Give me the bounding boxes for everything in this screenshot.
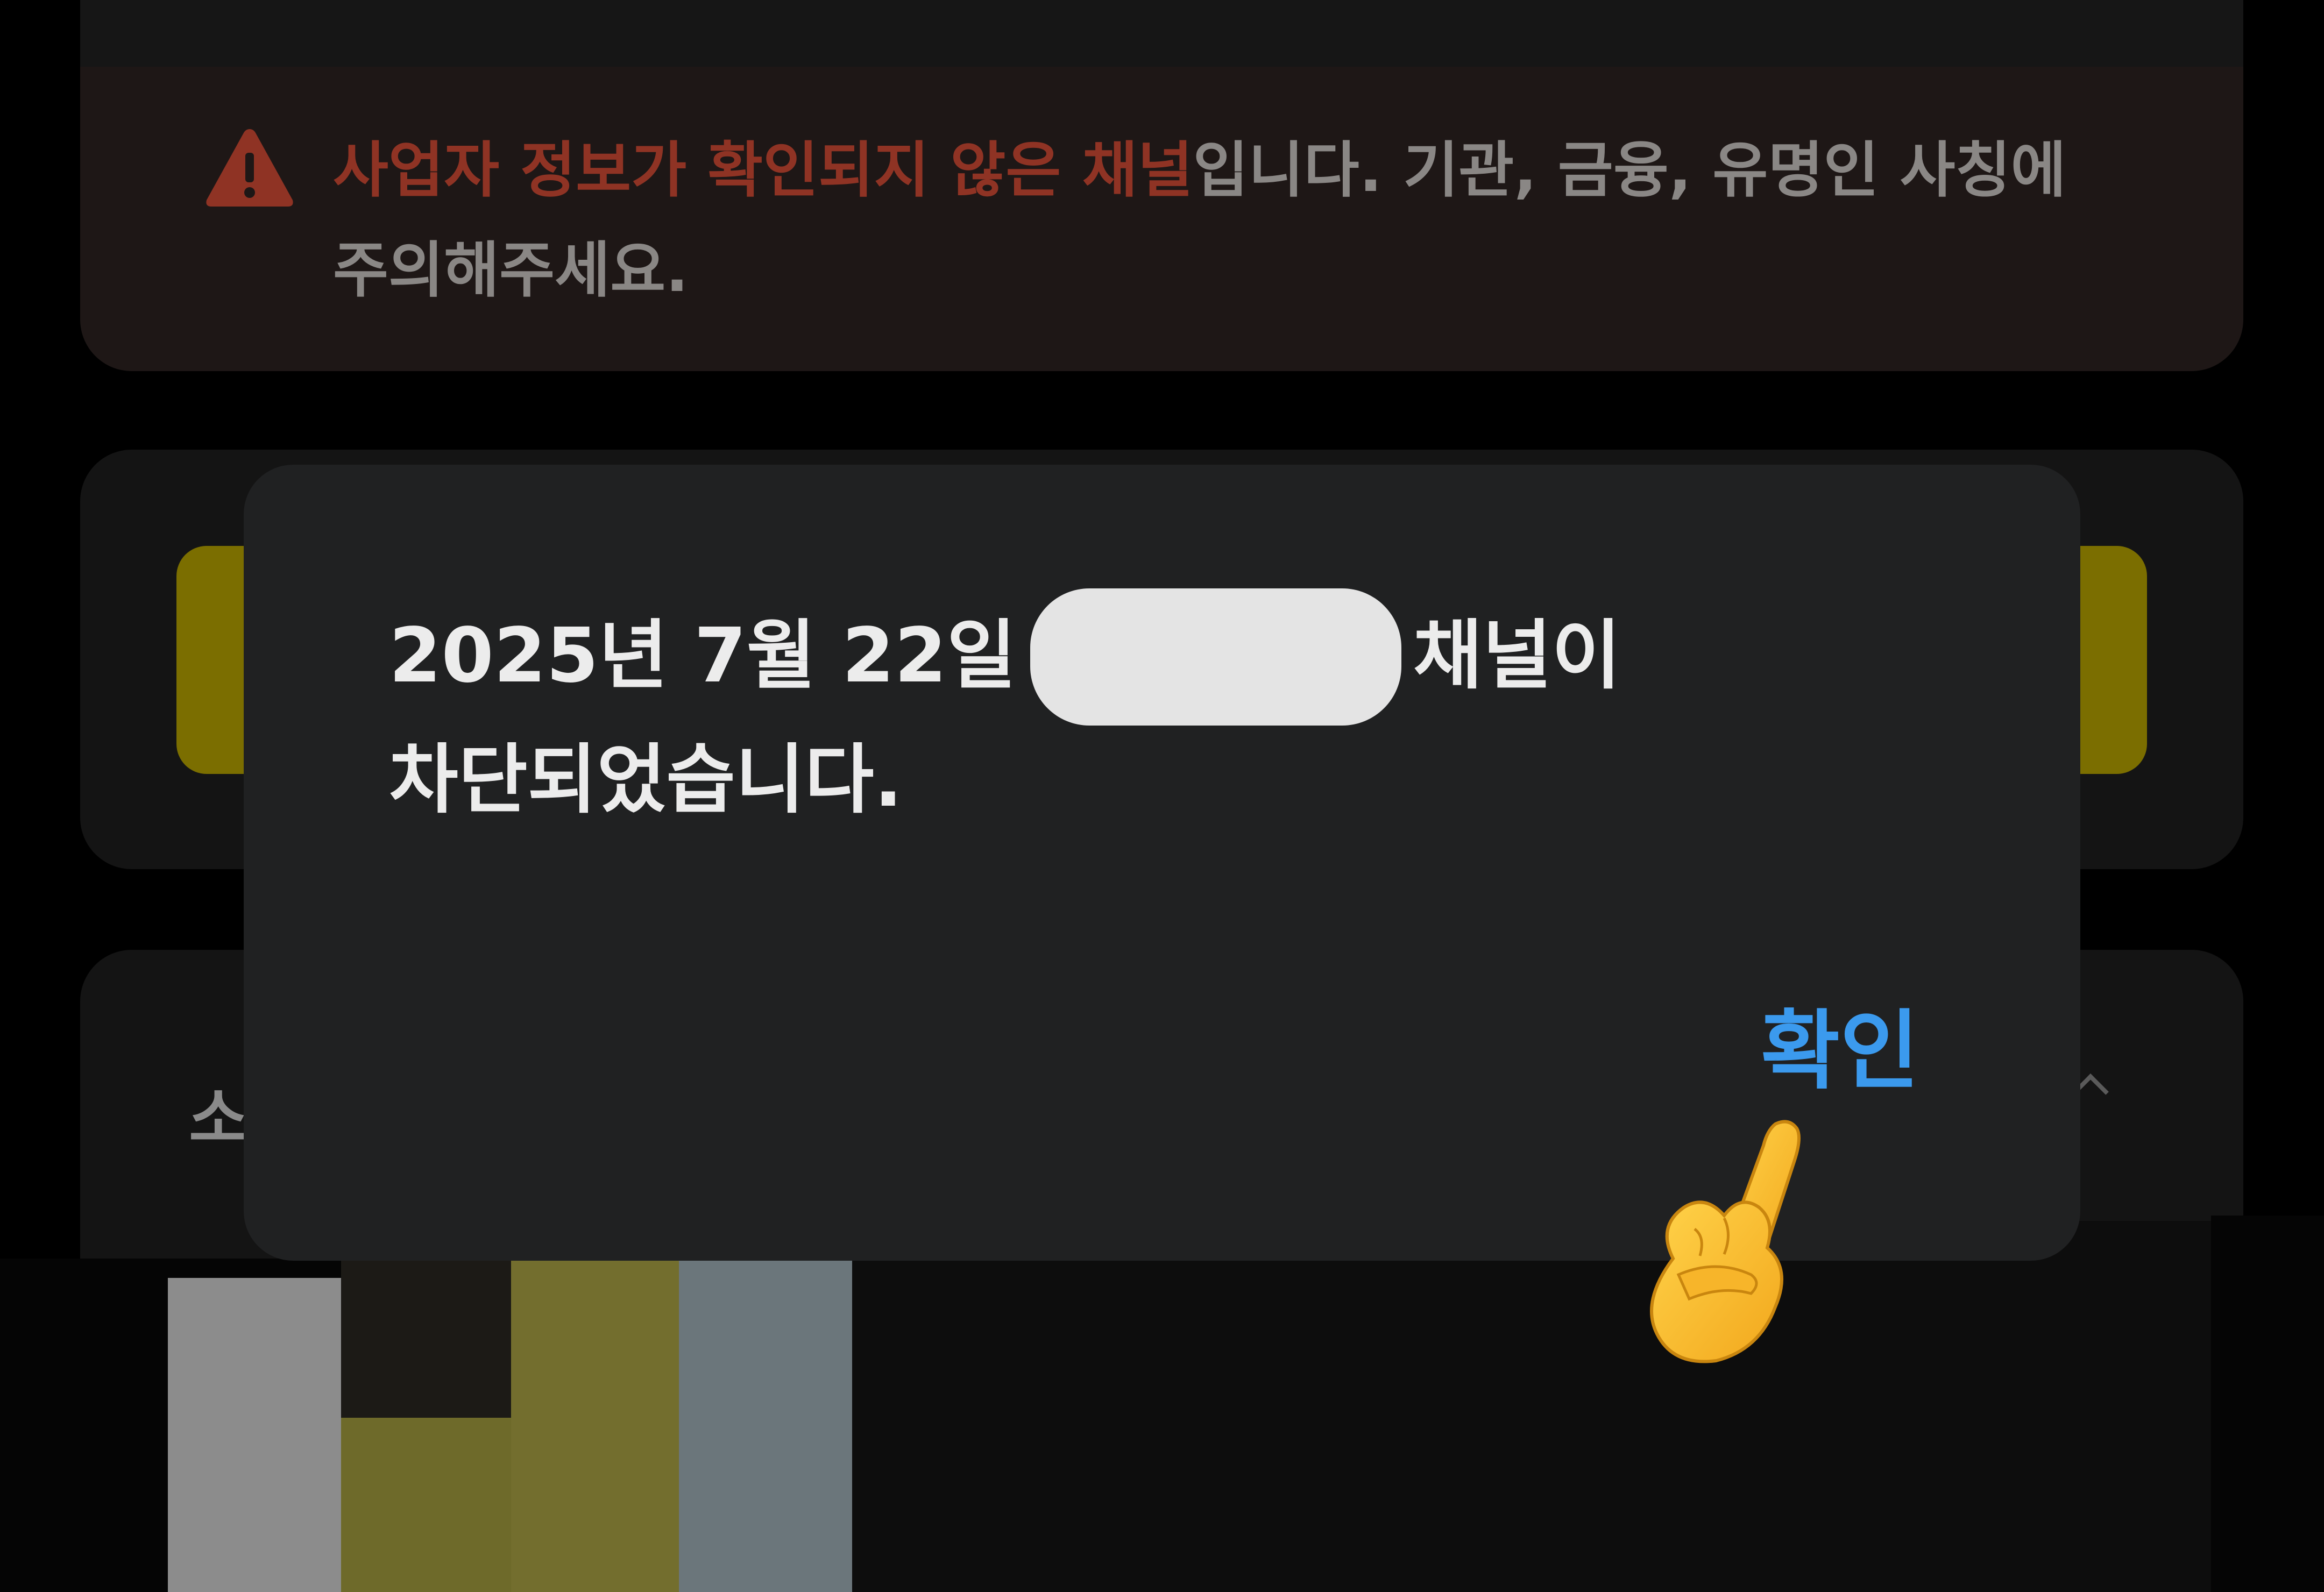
warning-triangle-icon [206,129,293,207]
thumbnail-block [341,1418,511,1592]
dialog-message-date: 2025년 7월 22일 [389,612,1016,700]
thumbnail-block [341,1256,511,1418]
blurred-thumbnail [168,1256,852,1592]
thumbnail-block [511,1256,679,1592]
background-lower-panel [850,1221,2216,1592]
dialog-message-channel-suffix: 채널이 [1413,612,1621,700]
thumbnail-block [679,1256,852,1592]
dialog-message: 2025년 7월 22일 채널이차단되었습니다. [389,588,1949,835]
app-screen: 사업자 정보가 확인되지 않은 채널입니다. 기관, 금융, 유명인 사칭에 주… [0,0,2324,1592]
section-title-fragment: 소 [189,1082,249,1156]
redacted-channel-name [1030,588,1401,726]
background-lower-right [2211,1216,2324,1592]
dialog-message-line2: 차단되었습니다. [389,736,903,824]
unverified-channel-warning-banner: 사업자 정보가 확인되지 않은 채널입니다. 기관, 금융, 유명인 사칭에 주… [80,67,2243,371]
thumbnail-block [168,1278,341,1592]
warning-highlight-text: 사업자 정보가 확인되지 않은 채널 [333,136,1193,205]
warning-message: 사업자 정보가 확인되지 않은 채널입니다. 기관, 금융, 유명인 사칭에 주… [333,120,2135,321]
top-card-edge [80,0,2243,67]
pointing-up-hand-icon [1650,1120,1801,1363]
confirm-button[interactable]: 확인 [1761,981,1919,1106]
